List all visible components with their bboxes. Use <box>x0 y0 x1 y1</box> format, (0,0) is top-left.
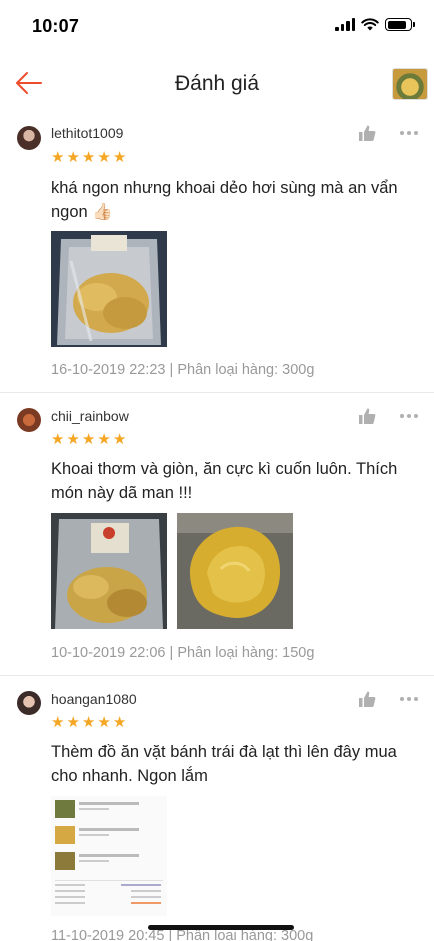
review-comment: khá ngon nhưng khoai dẻo hơi sùng mà an … <box>51 179 398 221</box>
review-meta: 10-10-2019 22:06 | Phân loại hàng: 150g <box>51 645 314 661</box>
review-date: 16-10-2019 22:23 <box>51 362 166 378</box>
review-username[interactable]: hoangan1080 <box>51 691 137 707</box>
home-indicator <box>148 925 294 930</box>
star-icon: ★ <box>81 714 96 731</box>
star-icon: ★ <box>66 714 80 731</box>
meta-separator: | <box>165 645 178 661</box>
star-icon: ★ <box>97 714 111 731</box>
avatar[interactable] <box>17 126 41 150</box>
star-icon: ★ <box>112 149 127 166</box>
star-icon: ★ <box>66 149 80 166</box>
more-horizontal-icon[interactable] <box>400 131 418 135</box>
avatar[interactable] <box>17 408 41 432</box>
star-icon: ★ <box>97 431 111 448</box>
star-icon: ★ <box>97 149 111 166</box>
status-icons <box>335 18 415 31</box>
signal-icon <box>335 18 355 31</box>
review-comment: Thèm đồ ăn vặt bánh trái đà lạt thì lên … <box>51 743 397 785</box>
review-item: chii_rainbow ★ ★ ★ ★ ★ Khoai thơm và giòn, ă… <box>0 393 434 676</box>
product-thumbnail[interactable] <box>392 68 428 100</box>
star-rating: ★ ★ ★ ★ ★ <box>51 150 126 166</box>
review-item: lethitot1009 ★ ★ ★ ★ ★ khá ngon nhưng khoai … <box>0 112 434 393</box>
nav-bar: Đánh giá <box>0 56 434 112</box>
battery-level <box>387 20 407 29</box>
more-horizontal-icon[interactable] <box>400 414 418 418</box>
star-rating: ★ ★ ★ ★ ★ <box>51 715 126 731</box>
star-icon: ★ <box>51 149 65 166</box>
status-bar: 10:07 <box>0 0 434 56</box>
star-icon: ★ <box>51 714 65 731</box>
review-username[interactable]: lethitot1009 <box>51 125 123 141</box>
review-date: 11-10-2019 20:45 <box>51 928 165 941</box>
avatar[interactable] <box>17 691 41 715</box>
star-icon: ★ <box>81 431 96 448</box>
meta-separator: | <box>165 362 178 378</box>
more-horizontal-icon[interactable] <box>400 697 418 701</box>
review-item: hoangan1080 ★ ★ ★ ★ ★ Thèm đồ ăn vặt bánh tr… <box>0 676 434 941</box>
status-time: 10:07 <box>32 16 80 36</box>
review-meta: 16-10-2019 22:23 | Phân loại hàng: 300g <box>51 362 314 378</box>
star-icon: ★ <box>51 431 65 448</box>
thumbs-up-icon[interactable] <box>358 124 376 142</box>
review-username[interactable]: chii_rainbow <box>51 408 129 424</box>
review-photo[interactable] <box>51 513 167 629</box>
star-icon: ★ <box>112 714 127 731</box>
star-icon: ★ <box>112 431 127 448</box>
review-comment: Khoai thơm và giòn, ăn cực kì cuốn luôn.… <box>51 460 398 502</box>
review-photo[interactable] <box>177 513 293 629</box>
star-icon: ★ <box>66 431 80 448</box>
review-photo[interactable] <box>51 231 167 347</box>
battery-icon <box>385 18 415 31</box>
thumbs-up-icon[interactable] <box>358 407 376 425</box>
star-rating: ★ ★ ★ ★ ★ <box>51 432 126 448</box>
review-variant: Phân loại hàng: 300g <box>177 362 315 378</box>
review-date: 10-10-2019 22:06 <box>51 645 166 661</box>
thumbs-up-icon[interactable] <box>358 690 376 708</box>
review-photo[interactable] <box>51 796 167 916</box>
page-title: Đánh giá <box>174 72 260 95</box>
review-variant: Phân loại hàng: 150g <box>177 645 315 661</box>
star-icon: ★ <box>81 149 96 166</box>
wifi-icon <box>361 18 379 31</box>
